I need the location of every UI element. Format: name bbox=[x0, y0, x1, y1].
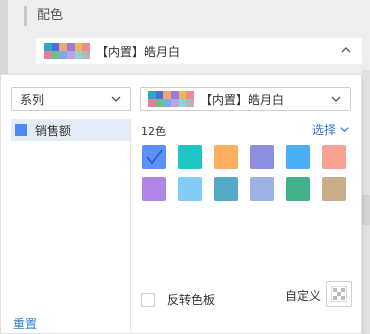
mosaic-tile bbox=[66, 51, 75, 59]
mosaic-tile bbox=[66, 43, 75, 51]
color-scheme-dropdown[interactable]: 【内置】皓月白 bbox=[36, 38, 362, 64]
mosaic-tile bbox=[82, 51, 90, 59]
mosaic-tile bbox=[59, 43, 67, 51]
color-count-label: 12色 bbox=[141, 125, 166, 138]
check-icon bbox=[146, 149, 163, 165]
panel-scroll-thumb[interactable] bbox=[362, 195, 370, 225]
color-swatch[interactable] bbox=[250, 145, 274, 169]
scheme-dropdown[interactable]: 【内置】皓月白 bbox=[140, 87, 351, 111]
color-palette bbox=[142, 145, 346, 201]
mosaic-tile bbox=[186, 91, 194, 99]
scheme-dropdown-label: 【内置】皓月白 bbox=[200, 92, 285, 107]
series-color-swatch bbox=[15, 124, 27, 136]
mosaic-tile bbox=[51, 51, 60, 59]
color-swatch[interactable] bbox=[214, 145, 238, 169]
mosaic-tile bbox=[170, 91, 179, 99]
color-swatch[interactable] bbox=[286, 145, 310, 169]
color-swatch[interactable] bbox=[322, 177, 346, 201]
mosaic-tile bbox=[51, 43, 60, 51]
mosaic-tile bbox=[163, 99, 171, 107]
color-swatch[interactable] bbox=[142, 177, 166, 201]
reverse-palette-toggle[interactable]: 反转色板 bbox=[141, 291, 215, 308]
series-dropdown-label: 系列 bbox=[20, 92, 45, 107]
chevron-down-icon bbox=[111, 96, 121, 102]
mosaic-tile bbox=[74, 51, 83, 59]
series-list: 销售额 bbox=[11, 119, 131, 331]
color-swatch[interactable] bbox=[250, 177, 274, 201]
chevron-down-icon bbox=[331, 96, 341, 102]
mosaic-tile bbox=[74, 43, 83, 51]
color-swatch[interactable] bbox=[178, 145, 202, 169]
custom-color-button[interactable] bbox=[326, 281, 352, 307]
color-swatch[interactable] bbox=[142, 145, 166, 169]
mosaic-tile bbox=[59, 51, 67, 59]
series-dropdown[interactable]: 系列 bbox=[11, 87, 131, 111]
choose-colors-link[interactable]: 选择 bbox=[312, 121, 350, 138]
color-swatch[interactable] bbox=[286, 177, 310, 201]
mosaic-tile bbox=[44, 51, 52, 59]
reverse-palette-label: 反转色板 bbox=[167, 293, 216, 307]
reverse-palette-checkbox[interactable] bbox=[141, 292, 155, 307]
reset-link[interactable]: 重置 bbox=[13, 315, 37, 332]
series-item[interactable]: 销售额 bbox=[11, 119, 130, 141]
custom-color-label: 自定义 bbox=[285, 289, 322, 303]
mosaic-tile bbox=[155, 99, 164, 107]
color-swatch[interactable] bbox=[214, 177, 238, 201]
mosaic-tile bbox=[186, 99, 194, 107]
transparent-color-icon bbox=[331, 286, 347, 302]
section-title: 配色 bbox=[24, 6, 63, 26]
mosaic-tile bbox=[178, 99, 187, 107]
scheme-dropdown-label: 【内置】皓月白 bbox=[96, 44, 181, 59]
scheme-preview-mosaic bbox=[44, 43, 90, 59]
chevron-down-icon bbox=[340, 127, 349, 133]
choose-colors-label: 选择 bbox=[312, 123, 337, 137]
color-scheme-popup: 系列 【内置】皓月白 销售额 12色 选择 反转色板 自定义 重置 bbox=[0, 74, 362, 334]
mosaic-tile bbox=[163, 91, 171, 99]
mosaic-tile bbox=[148, 99, 156, 107]
series-item-label: 销售额 bbox=[35, 123, 72, 138]
mosaic-tile bbox=[82, 43, 90, 51]
mosaic-tile bbox=[170, 99, 179, 107]
mosaic-tile bbox=[155, 91, 164, 99]
mosaic-tile bbox=[178, 91, 187, 99]
color-swatch[interactable] bbox=[178, 177, 202, 201]
mosaic-tile bbox=[148, 91, 156, 99]
mosaic-tile bbox=[44, 43, 52, 51]
chevron-up-icon bbox=[341, 47, 351, 53]
color-swatch[interactable] bbox=[322, 145, 346, 169]
scheme-preview-mosaic bbox=[148, 91, 194, 107]
